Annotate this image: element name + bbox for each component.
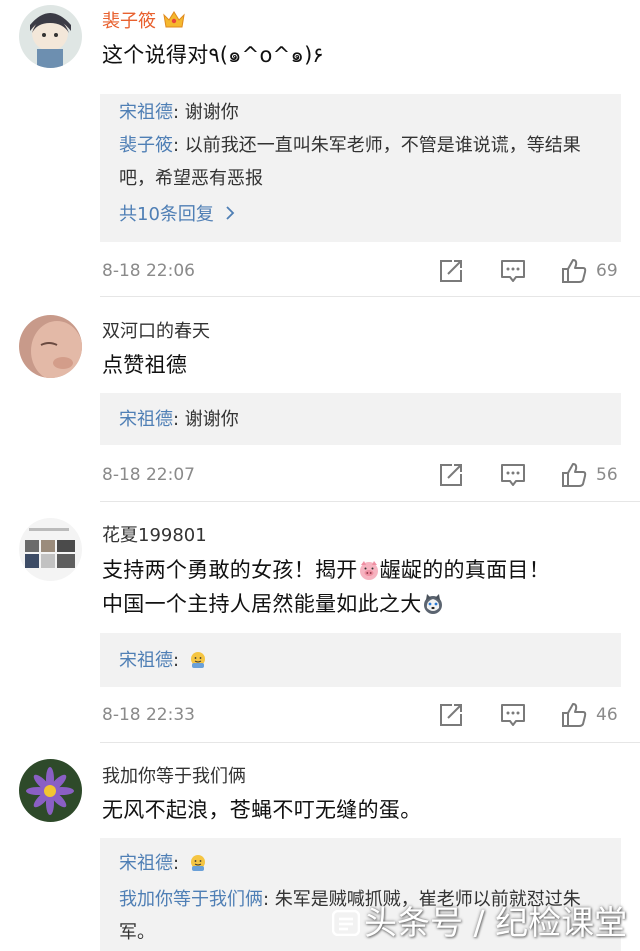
share-icon[interactable]	[438, 462, 464, 488]
reply-box[interactable]: 宋祖德: 谢谢你 裴子筱: 以前我还一直叫朱军老师，不管是谁说谎，等结果吧，希望…	[100, 94, 621, 242]
reply-username[interactable]: 宋祖德	[119, 650, 173, 671]
reply-username[interactable]: 宋祖德	[119, 853, 173, 874]
like-count: 56	[596, 465, 618, 485]
comment-meta: 8-18 22:06 69	[0, 256, 640, 286]
divider	[100, 296, 640, 297]
pig-face-icon	[358, 557, 380, 580]
thumbs-up-icon[interactable]	[561, 702, 587, 728]
watermark: 头条号 / 纪检课堂	[331, 896, 627, 944]
comment-text: 支持两个勇敢的女孩！揭开 龌龊的的真面目！ 中国一个主持人居然能量如此之大	[102, 557, 551, 616]
reply-box[interactable]: 宋祖德:	[100, 633, 621, 687]
reply-username[interactable]: 裴子筱	[119, 135, 173, 156]
username[interactable]: 裴子筱	[102, 7, 186, 33]
username[interactable]: 我加你等于我们俩	[102, 762, 246, 788]
comment-text: 无风不起浪，苍蝇不叮无缝的蛋。	[102, 798, 422, 822]
reply-item[interactable]: 裴子筱: 以前我还一直叫朱军老师，不管是谁说谎，等结果吧，希望恶有恶报	[119, 129, 609, 195]
thumbs-up-icon[interactable]	[561, 462, 587, 488]
sweat-smile-emoji-icon	[189, 850, 207, 871]
comment-icon[interactable]	[500, 462, 526, 488]
reply-username[interactable]: 宋祖德	[119, 409, 173, 430]
divider	[100, 742, 640, 743]
comment-text: 点赞祖德	[102, 353, 188, 377]
reply-item[interactable]: 宋祖德: 谢谢你	[119, 403, 609, 436]
vip-crown-icon	[162, 9, 186, 29]
avatar[interactable]	[19, 315, 82, 378]
comment-text: 这个说得对٩(๑^o^๑)۶	[102, 43, 324, 67]
comment-icon[interactable]	[500, 258, 526, 284]
share-icon[interactable]	[438, 258, 464, 284]
reply-username[interactable]: 我加你等于我们俩	[119, 889, 263, 910]
username[interactable]: 双河口的春天	[102, 317, 210, 343]
reply-text: : 谢谢你	[173, 102, 239, 123]
reply-username[interactable]: 宋祖德	[119, 102, 173, 123]
like-count: 46	[596, 705, 618, 725]
avatar[interactable]	[19, 759, 82, 822]
avatar[interactable]	[19, 518, 82, 581]
timestamp: 8-18 22:33	[102, 705, 195, 725]
thumbs-up-icon[interactable]	[561, 258, 587, 284]
reply-text: : 谢谢你	[173, 409, 239, 430]
comment-meta: 8-18 22:33 46	[0, 700, 640, 730]
like-count: 69	[596, 261, 618, 281]
comment-meta: 8-18 22:07 56	[0, 460, 640, 490]
timestamp: 8-18 22:07	[102, 465, 195, 485]
reply-text: :	[173, 853, 180, 874]
toutiao-logo-icon	[331, 905, 361, 937]
reply-text: :	[173, 650, 180, 671]
sweat-smile-emoji-icon	[189, 647, 207, 668]
reply-item[interactable]: 宋祖德:	[119, 847, 609, 880]
reply-item[interactable]: 宋祖德: 谢谢你	[119, 96, 609, 129]
timestamp: 8-18 22:06	[102, 261, 195, 281]
reply-text: : 以前我还一直叫朱军老师，不管是谁说谎，等结果吧，希望恶有恶报	[119, 135, 581, 189]
husky-face-icon	[422, 591, 444, 614]
more-replies-link[interactable]: 共10条回复	[119, 200, 235, 226]
share-icon[interactable]	[438, 702, 464, 728]
comment-icon[interactable]	[500, 702, 526, 728]
username[interactable]: 花夏199801	[102, 521, 207, 547]
divider	[100, 501, 640, 502]
reply-box[interactable]: 宋祖德: 谢谢你	[100, 393, 621, 445]
avatar[interactable]	[19, 5, 82, 68]
reply-item[interactable]: 宋祖德:	[119, 644, 609, 677]
chevron-right-icon	[226, 204, 235, 225]
